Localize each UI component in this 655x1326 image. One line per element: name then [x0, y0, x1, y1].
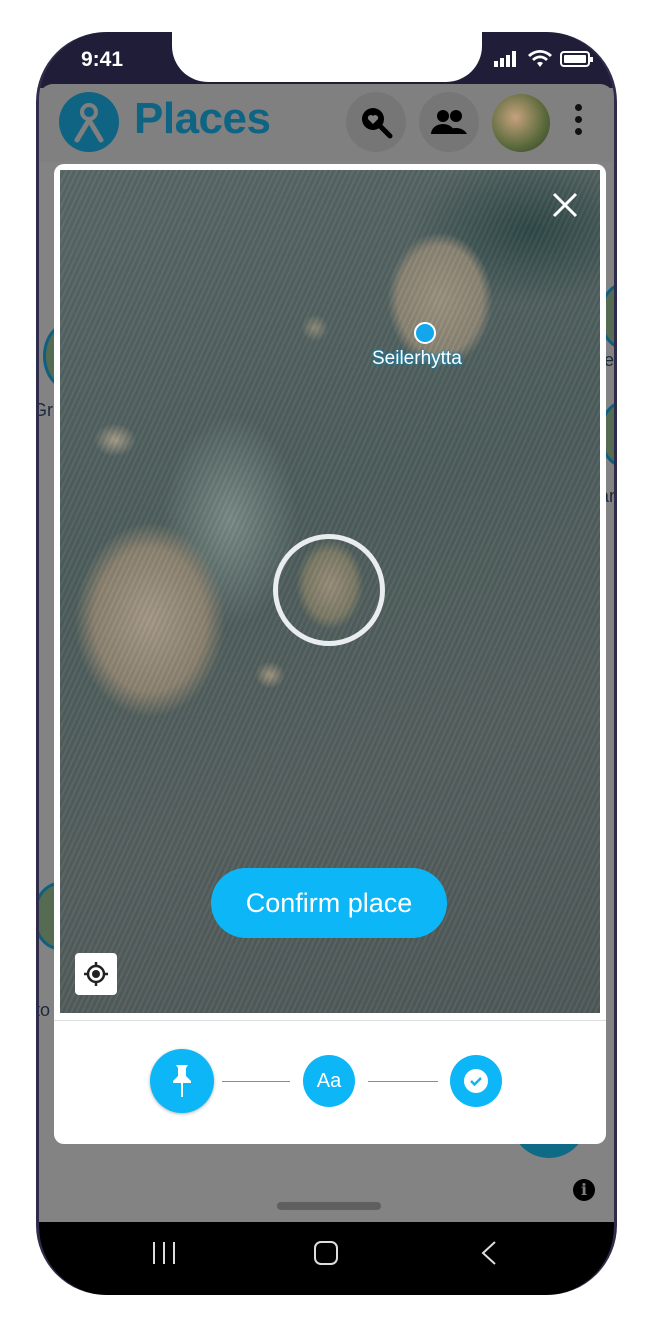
step-confirm[interactable]	[450, 1055, 502, 1107]
crosshair-icon	[84, 962, 108, 986]
battery-icon	[560, 51, 593, 67]
kebab-menu-icon[interactable]	[573, 104, 583, 140]
pushpin-icon	[173, 1065, 191, 1097]
satellite-map[interactable]: Seilerhytta Confirm place	[60, 170, 600, 1013]
close-icon[interactable]	[550, 190, 580, 220]
poi-label[interactable]: Seilerhytta	[372, 348, 462, 370]
android-nav-bar	[39, 1222, 614, 1295]
pick-place-dialog: Seilerhytta Confirm place Aa	[54, 164, 606, 1144]
place-label: to	[39, 1000, 51, 1020]
recent-apps-icon[interactable]	[151, 1240, 177, 1266]
logo-icon	[59, 92, 119, 152]
screen: Gr fe an to 9:41 Places i	[39, 32, 614, 1295]
signal-icon	[494, 51, 516, 67]
step-pin[interactable]	[150, 1049, 214, 1113]
friends-button[interactable]	[419, 92, 479, 152]
avatar[interactable]	[492, 94, 550, 152]
confirm-place-button[interactable]: Confirm place	[211, 868, 447, 938]
divider	[54, 1020, 606, 1021]
status-time: 9:41	[81, 48, 124, 71]
home-icon[interactable]	[313, 1240, 339, 1266]
check-circle-icon	[464, 1069, 488, 1093]
phone-frame: Gr fe an to 9:41 Places i	[36, 32, 617, 1295]
search-favorites-button[interactable]	[346, 92, 406, 152]
heart-search-icon	[362, 108, 393, 139]
my-location-button[interactable]	[75, 953, 117, 995]
step-connector	[222, 1081, 290, 1082]
app-bar: Places	[39, 84, 614, 162]
notch	[172, 32, 482, 82]
back-icon[interactable]	[479, 1240, 499, 1266]
target-reticle	[273, 534, 385, 646]
step-connector	[368, 1081, 438, 1082]
step-text[interactable]: Aa	[303, 1055, 355, 1107]
wifi-icon	[528, 50, 552, 67]
status-bar: 9:41	[39, 32, 614, 88]
info-icon[interactable]: i	[573, 1179, 595, 1201]
people-icon	[431, 110, 467, 134]
place-label: Gr	[39, 400, 53, 420]
poi-marker[interactable]	[414, 322, 436, 344]
home-indicator	[277, 1202, 381, 1210]
app-title: Places	[134, 94, 271, 143]
